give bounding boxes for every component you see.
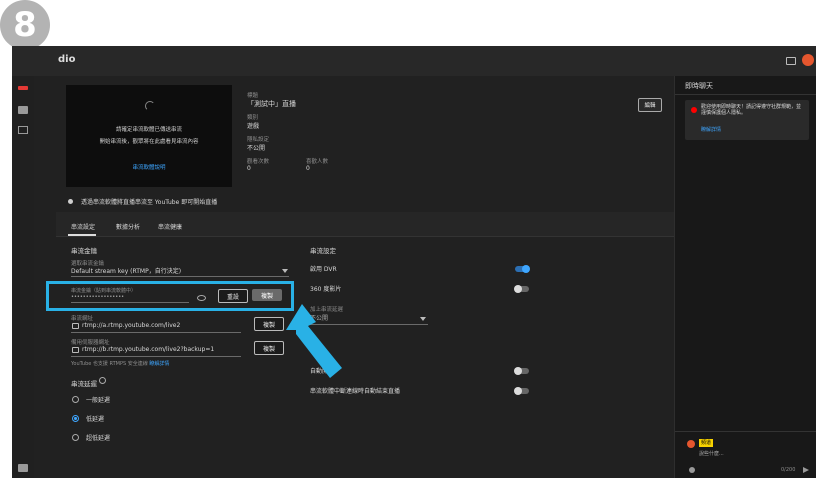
dvr-label: 啟用 DVR	[310, 266, 337, 273]
chevron-down-icon[interactable]	[282, 269, 288, 273]
privacy-value: 不公開	[247, 145, 266, 152]
chat-avatar	[687, 440, 695, 448]
auto-start-toggle[interactable]	[514, 367, 529, 375]
privacy-label: 隱私設定	[247, 137, 270, 143]
main-panel: 請確定串流軟體已傳送串流 開始串流後，觀眾將在此處看見串流內容 串流軟體說明 標…	[34, 76, 674, 478]
notice-icon	[68, 199, 73, 204]
emoji-icon[interactable]	[689, 467, 695, 473]
copy-key-button[interactable]: 複製	[252, 289, 282, 301]
loading-spinner-icon	[145, 101, 155, 111]
viewers-value: 0	[247, 165, 251, 172]
backup-url-label: 備用伺服器網址	[71, 340, 110, 346]
latency-normal-radio[interactable]	[72, 396, 79, 403]
youtube-icon	[691, 107, 697, 113]
reset-button[interactable]: 重設	[218, 289, 248, 303]
tabs-bar	[56, 212, 674, 237]
likes-label: 喜歡人數	[306, 159, 329, 165]
notice-text: 透過串流軟體將直播串流至 YouTube 即可開始直播	[81, 199, 218, 206]
viewers-label: 觀看次數	[247, 159, 270, 165]
dvr-toggle[interactable]	[515, 265, 530, 273]
help-icon[interactable]	[99, 377, 106, 384]
stream-url-value[interactable]: rtmp://a.rtmp.youtube.com/live2	[82, 322, 180, 329]
chat-learn-more-link[interactable]: 瞭解詳情	[701, 126, 721, 133]
youtube-studio-window: dio 請確定串流軟體已傳送串流 開始串流後，觀眾將在此處看見串流內容 串流軟體…	[12, 46, 816, 478]
live-icon[interactable]	[18, 86, 28, 90]
avatar[interactable]	[802, 54, 814, 66]
pointer-arrow	[286, 304, 342, 378]
stream-title: 「測試中」直播	[247, 100, 296, 108]
app-title: dio	[58, 54, 76, 65]
step-number-badge: 8	[0, 0, 50, 50]
stream-url-label: 串流網址	[71, 316, 94, 322]
chat-user-badge: 頻道	[699, 439, 714, 447]
auto-stop-label: 串流軟體中斷連線時自動結束直播	[310, 388, 401, 395]
latency-low-label: 低延遲	[86, 416, 105, 423]
create-icon[interactable]	[786, 57, 796, 65]
live-chat-panel: 即時聊天 歡迎使用即時聊天！請記得遵守社群規範，並謹慎保護個人隱私。 瞭解詳情 …	[674, 76, 816, 478]
tab-stream-settings[interactable]: 串流設定	[71, 222, 95, 231]
settings-title: 串流設定	[310, 247, 336, 255]
rtmps-hint-link[interactable]: 瞭解詳情	[149, 361, 169, 367]
preview-message-2: 開始串流後，觀眾將在此處看見串流內容	[99, 139, 199, 145]
likes-value: 0	[306, 165, 310, 172]
vr360-toggle[interactable]	[514, 285, 529, 293]
left-nav-rail	[12, 76, 34, 478]
latency-normal-label: 一般延遲	[86, 397, 111, 404]
chat-title: 即時聊天	[685, 82, 713, 90]
latency-low-radio[interactable]	[72, 415, 79, 422]
top-bar: dio	[12, 46, 816, 76]
stream-key-select[interactable]: Default stream key (RTMP，自行決定)	[71, 266, 181, 275]
chat-header-divider	[675, 94, 816, 95]
camera-icon[interactable]	[18, 106, 28, 114]
url-underline	[71, 332, 241, 333]
stream-key-value[interactable]: ••••••••••••••••••	[71, 294, 124, 300]
category-label: 類別	[247, 115, 259, 121]
manage-icon[interactable]	[18, 126, 28, 134]
send-icon[interactable]	[803, 467, 809, 473]
tab-stream-health[interactable]: 串流健康	[158, 222, 182, 231]
backup-url-value[interactable]: rtmp://b.rtmp.youtube.com/live2?backup=1	[82, 346, 214, 353]
latency-title: 串流延遲	[71, 380, 97, 388]
stream-key-section-title: 串流金鑰	[71, 247, 97, 255]
stream-key-label: 串流金鑰（貼到串流軟體中）	[71, 288, 137, 294]
chat-char-count: 0/200	[781, 467, 796, 473]
feedback-icon[interactable]	[18, 464, 28, 472]
delay-chevron-down-icon[interactable]	[420, 317, 426, 321]
preview-message-1: 請確定串流軟體已傳送串流	[115, 127, 182, 133]
active-tab-indicator	[68, 234, 96, 236]
rtmps-hint: YouTube 也支援 RTMPS 安全連線 瞭解詳情	[71, 360, 169, 367]
chat-input-divider	[675, 431, 816, 432]
category-value: 遊戲	[247, 123, 260, 130]
latency-ultra-low-label: 超低延遲	[86, 435, 111, 442]
lock-icon	[72, 323, 79, 329]
rtmps-hint-text: YouTube 也支援 RTMPS 安全連線	[71, 361, 148, 367]
tab-analytics[interactable]: 數據分析	[116, 222, 140, 231]
stream-preview: 請確定串流軟體已傳送串流 開始串流後，觀眾將在此處看見串流內容 串流軟體說明	[66, 85, 232, 187]
auto-stop-toggle[interactable]	[514, 387, 529, 395]
chat-input[interactable]: 說些什麼...	[699, 450, 724, 457]
vr360-label: 360 度影片	[310, 286, 342, 293]
title-label: 標題	[247, 93, 259, 99]
edit-button[interactable]: 編輯	[638, 98, 662, 112]
chat-welcome-message: 歡迎使用即時聊天！請記得遵守社群規範，並謹慎保護個人隱私。	[701, 104, 802, 116]
preview-help-link[interactable]: 串流軟體說明	[66, 163, 232, 171]
visibility-icon[interactable]	[197, 295, 206, 301]
select-underline	[71, 276, 289, 277]
key-underline	[71, 302, 189, 303]
lock-icon-backup	[72, 347, 79, 353]
backup-underline	[71, 356, 241, 357]
latency-ultra-low-radio[interactable]	[72, 434, 79, 441]
